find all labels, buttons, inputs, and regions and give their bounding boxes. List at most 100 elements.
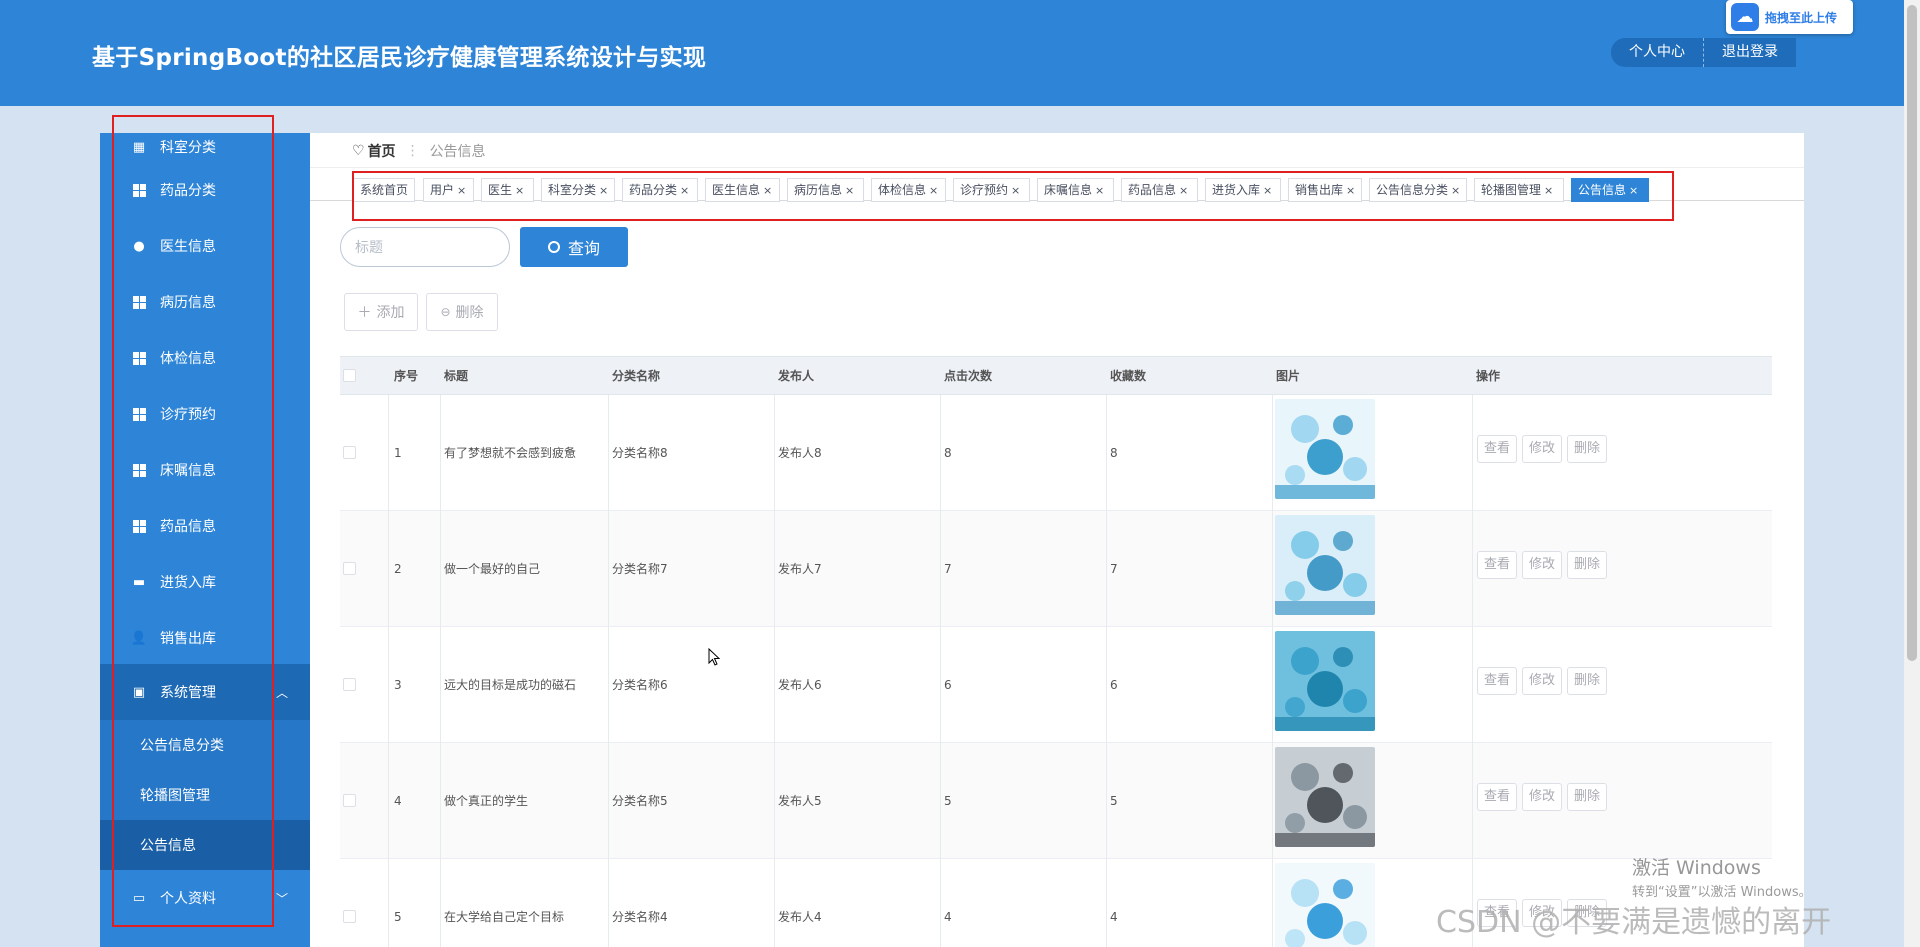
column-divider xyxy=(608,511,609,627)
close-icon[interactable]: × xyxy=(1544,184,1553,197)
sidebar-subitem-notice-info[interactable]: 公告信息 xyxy=(100,820,310,870)
sidebar-item-doctor-info[interactable]: ● 医生信息 xyxy=(100,218,310,274)
sidebar-item-personal-profile[interactable]: ▭ 个人资料 ﹀ xyxy=(100,870,310,926)
delete-row-button[interactable]: 删除 xyxy=(1567,435,1607,463)
view-button[interactable]: 查看 xyxy=(1477,551,1517,579)
close-icon[interactable]: × xyxy=(845,184,854,197)
sidebar-item-checkup-info[interactable]: 体检信息 xyxy=(100,330,310,386)
add-button[interactable]: ＋ 添加 xyxy=(344,293,418,331)
scrollbar-thumb[interactable] xyxy=(1907,5,1917,661)
tag-item[interactable]: 轮播图管理 × xyxy=(1474,178,1564,202)
column-divider xyxy=(1272,395,1273,511)
close-icon[interactable]: × xyxy=(680,184,689,197)
close-icon[interactable]: × xyxy=(1629,184,1638,197)
tag-item[interactable]: 诊疗预约 × xyxy=(953,178,1030,202)
row-checkbox[interactable] xyxy=(343,910,356,923)
tag-item[interactable]: 进货入库 × xyxy=(1205,178,1281,202)
close-icon[interactable]: × xyxy=(457,184,466,197)
title-search-input[interactable] xyxy=(340,227,510,267)
query-button[interactable]: 查询 xyxy=(520,227,628,267)
tag-item[interactable]: 系统首页 xyxy=(353,178,415,202)
cell-title: 远大的目标是成功的磁石 xyxy=(444,678,577,692)
tag-item[interactable]: 床嘱信息 × xyxy=(1037,178,1114,202)
sidebar-item-drug-category[interactable]: 药品分类 xyxy=(100,162,310,218)
upload-badge[interactable]: ☁ 拖拽至此上传 xyxy=(1726,0,1853,34)
tag-label: 销售出库 xyxy=(1295,183,1344,197)
sidebar-group-system-management[interactable]: ▣ 系统管理 ︿ xyxy=(100,664,310,720)
tag-item[interactable]: 销售出库 × xyxy=(1288,178,1362,202)
breadcrumb-home[interactable]: 首页 xyxy=(368,141,396,161)
list-icon: ▦ xyxy=(132,139,146,155)
edit-button[interactable]: 修改 xyxy=(1522,783,1562,811)
close-icon[interactable]: × xyxy=(763,184,772,197)
delete-row-button[interactable]: 删除 xyxy=(1567,667,1607,695)
delete-button[interactable]: ⊖ 删除 xyxy=(426,293,498,331)
close-icon[interactable]: × xyxy=(1095,184,1104,197)
sidebar-item-label: 进货入库 xyxy=(160,575,216,591)
cell-index: 1 xyxy=(394,446,402,460)
add-button-label: 添加 xyxy=(376,305,405,321)
sidebar-item-sales-out[interactable]: 👤 销售出库 xyxy=(100,610,310,666)
row-checkbox[interactable] xyxy=(343,446,356,459)
close-icon[interactable]: × xyxy=(599,184,608,197)
sidebar-item-label: 医生信息 xyxy=(160,239,216,255)
column-divider xyxy=(774,859,775,947)
logout-button[interactable]: 退出登录 xyxy=(1703,38,1796,67)
column-divider xyxy=(388,627,389,743)
tag-item[interactable]: 科室分类 × xyxy=(541,178,615,202)
tag-item[interactable]: 医生 × xyxy=(481,178,534,202)
tag-item[interactable]: 公告信息 × xyxy=(1571,178,1649,202)
close-icon[interactable]: × xyxy=(929,184,938,197)
tag-item[interactable]: 病历信息 × xyxy=(787,178,864,202)
close-icon[interactable]: × xyxy=(1451,184,1460,197)
sidebar-item-drug-info[interactable]: 药品信息 xyxy=(100,498,310,554)
close-icon[interactable]: × xyxy=(1179,184,1188,197)
close-icon[interactable]: × xyxy=(1011,184,1020,197)
view-button[interactable]: 查看 xyxy=(1477,667,1517,695)
tag-item[interactable]: 体检信息 × xyxy=(871,178,946,202)
tag-item[interactable]: 医生信息 × xyxy=(705,178,780,202)
sidebar-item-bed-orders[interactable]: 床嘱信息 xyxy=(100,442,310,498)
row-checkbox[interactable] xyxy=(343,562,356,575)
tag-label: 公告信息分类 xyxy=(1376,183,1449,197)
select-all-checkbox[interactable] xyxy=(343,369,356,382)
edit-button[interactable]: 修改 xyxy=(1522,667,1562,695)
sidebar-item-stock-in[interactable]: ▬ 进货入库 xyxy=(100,554,310,610)
top-header: 基于SpringBoot的社区居民诊疗健康管理系统设计与实现 个人中心 退出登录… xyxy=(0,0,1920,106)
column-divider xyxy=(774,511,775,627)
column-header-index: 序号 xyxy=(394,369,419,383)
sidebar-item-label: 诊疗预约 xyxy=(160,407,216,423)
profile-center-button[interactable]: 个人中心 xyxy=(1611,38,1703,67)
row-checkbox[interactable] xyxy=(343,794,356,807)
column-divider xyxy=(388,511,389,627)
close-icon[interactable]: × xyxy=(1263,184,1272,197)
sidebar-subitem-carousel[interactable]: 轮播图管理 xyxy=(100,770,310,820)
page-scrollbar[interactable] xyxy=(1904,0,1920,947)
grid-icon xyxy=(132,295,146,309)
tag-item[interactable]: 药品信息 × xyxy=(1121,178,1198,202)
column-divider xyxy=(440,627,441,743)
view-button[interactable]: 查看 xyxy=(1477,783,1517,811)
sidebar-item-medical-records[interactable]: 病历信息 xyxy=(100,274,310,330)
view-button[interactable]: 查看 xyxy=(1477,435,1517,463)
delete-row-button[interactable]: 删除 xyxy=(1567,783,1607,811)
column-divider xyxy=(608,627,609,743)
tag-item[interactable]: 公告信息分类 × xyxy=(1369,178,1467,202)
notice-image xyxy=(1275,863,1375,947)
tag-item[interactable]: 用户 × xyxy=(423,178,474,202)
edit-button[interactable]: 修改 xyxy=(1522,435,1562,463)
close-icon[interactable]: × xyxy=(515,184,524,197)
column-divider xyxy=(1106,743,1107,859)
sidebar-subitem-notice-category[interactable]: 公告信息分类 xyxy=(100,720,310,770)
cell-clicks: 5 xyxy=(944,794,952,808)
edit-button[interactable]: 修改 xyxy=(1522,551,1562,579)
delete-row-button[interactable]: 删除 xyxy=(1567,551,1607,579)
sidebar-item-appointments[interactable]: 诊疗预约 xyxy=(100,386,310,442)
cell-publisher: 发布人5 xyxy=(778,794,822,808)
column-divider xyxy=(1472,511,1473,627)
mouse-cursor-icon xyxy=(708,648,720,666)
column-divider xyxy=(774,395,775,511)
close-icon[interactable]: × xyxy=(1346,184,1355,197)
row-checkbox[interactable] xyxy=(343,678,356,691)
tag-item[interactable]: 药品分类 × xyxy=(622,178,698,202)
